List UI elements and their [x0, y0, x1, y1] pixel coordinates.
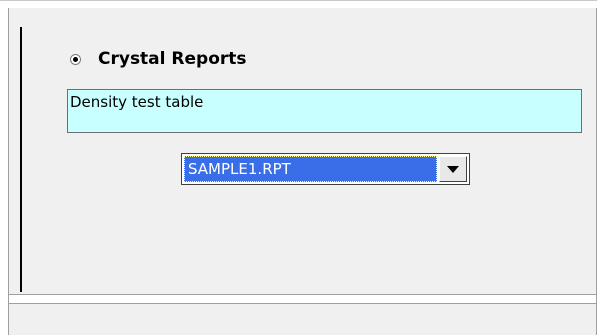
lower-panel — [8, 303, 597, 335]
panel-bottom-strip — [8, 294, 597, 303]
crystal-reports-label: Crystal Reports — [98, 49, 247, 69]
dropdown-button[interactable] — [439, 156, 467, 182]
radio-selected-icon[interactable] — [70, 53, 81, 65]
screen: Crystal Reports Density test table SAMPL… — [0, 0, 609, 335]
report-description-field[interactable]: Density test table — [67, 89, 582, 133]
radio-dot — [73, 56, 78, 62]
panel-left-rule — [20, 27, 22, 292]
crystal-reports-radio[interactable]: Crystal Reports — [70, 48, 247, 70]
top-divider — [0, 0, 597, 1]
report-file-value[interactable]: SAMPLE1.RPT — [184, 156, 437, 182]
report-file-select[interactable]: SAMPLE1.RPT — [181, 153, 470, 185]
chevron-down-icon — [447, 165, 459, 173]
